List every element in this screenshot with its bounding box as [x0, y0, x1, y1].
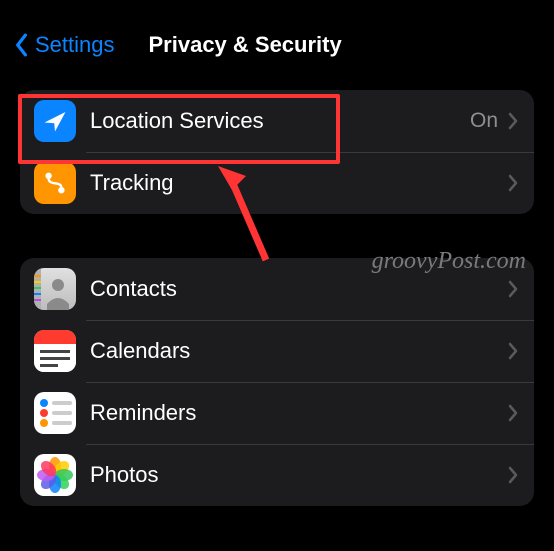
settings-group-privacy-apps: Contacts Calendars [20, 258, 534, 506]
location-arrow-icon [34, 100, 76, 142]
row-calendars[interactable]: Calendars [20, 320, 534, 382]
nav-bar: Settings Privacy & Security [0, 0, 554, 80]
row-tracking[interactable]: Tracking [20, 152, 534, 214]
back-button[interactable]: Settings [12, 31, 115, 59]
chevron-right-icon [508, 342, 518, 360]
chevron-right-icon [508, 404, 518, 422]
chevron-right-icon [508, 466, 518, 484]
page-title: Privacy & Security [149, 32, 342, 58]
row-contacts[interactable]: Contacts [20, 258, 534, 320]
calendar-icon [34, 330, 76, 372]
row-label: Tracking [90, 170, 508, 196]
settings-group-privacy-top: Location Services On Tracking [20, 90, 534, 214]
back-label: Settings [35, 32, 115, 58]
contacts-icon [34, 268, 76, 310]
row-location-services[interactable]: Location Services On [20, 90, 534, 152]
chevron-right-icon [508, 280, 518, 298]
row-reminders[interactable]: Reminders [20, 382, 534, 444]
row-label: Location Services [90, 108, 470, 134]
reminders-icon [34, 392, 76, 434]
row-label: Reminders [90, 400, 508, 426]
row-detail: On [470, 109, 498, 133]
row-label: Contacts [90, 276, 508, 302]
photos-icon [34, 454, 76, 496]
row-label: Calendars [90, 338, 508, 364]
chevron-left-icon [12, 31, 29, 59]
row-photos[interactable]: Photos [20, 444, 534, 506]
row-label: Photos [90, 462, 508, 488]
chevron-right-icon [508, 174, 518, 192]
chevron-right-icon [508, 112, 518, 130]
tracking-icon [34, 162, 76, 204]
